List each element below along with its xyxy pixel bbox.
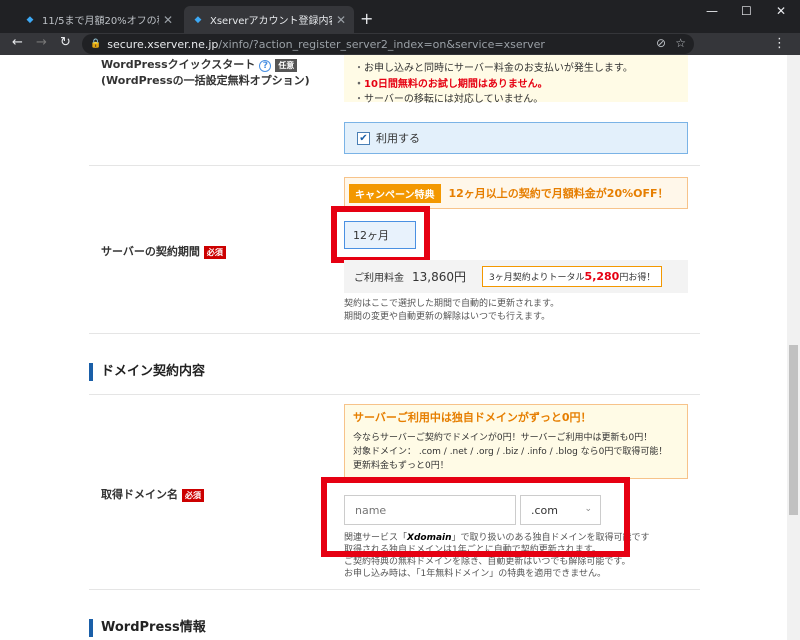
- divider: [89, 589, 700, 590]
- star-icon[interactable]: ☆: [675, 36, 686, 50]
- window-close-icon[interactable]: ✕: [776, 4, 786, 18]
- domain-promo-line: 今ならサーバーご契約でドメインが0円！サーバーご利用中は更新も0円！: [353, 433, 653, 443]
- note-item-warning: 10日間無料のお試し期間はありません。: [354, 77, 678, 93]
- fee-amount: 13,860円: [412, 270, 466, 284]
- domain-promo-line: 更新料金もずっと0円！: [353, 461, 449, 471]
- required-badge: 必須: [182, 488, 204, 502]
- scrollbar[interactable]: [787, 55, 800, 640]
- domain-promo-box: サーバーご利用中は独自ドメインがずっと0円！ 今ならサーバーご契約でドメインが0…: [344, 404, 688, 479]
- period-note: 期間の変更や自動更新の解除はいつでも行えます。: [344, 312, 551, 322]
- quickstart-checkbox[interactable]: ✔ 利用する: [344, 122, 688, 154]
- campaign-tag: キャンペーン特典: [349, 183, 441, 203]
- xserver-favicon-icon: ◆: [194, 14, 202, 25]
- new-tab-icon[interactable]: +: [360, 9, 373, 28]
- browser-toolbar: ← → ↻ 🔒 secure.xserver.ne.jp/xinfo/?acti…: [0, 33, 800, 55]
- divider: [89, 333, 700, 334]
- domain-label: 取得ドメイン名 必須: [101, 486, 204, 502]
- domain-promo-line: 対象ドメイン： .com / .net / .org / .biz / .inf…: [353, 447, 668, 457]
- maximize-icon[interactable]: ☐: [741, 4, 752, 18]
- campaign-banner: キャンペーン特典 12ヶ月以上の契約で月額料金が20%OFF！: [344, 177, 688, 209]
- checkmark-icon[interactable]: ✔: [357, 131, 370, 145]
- required-badge: 必須: [203, 245, 226, 259]
- section-title: ドメイン契約内容: [89, 363, 205, 381]
- fee-row: ご利用料金 13,860円 3ヶ月契約よりトータル5,280円お得！: [344, 260, 688, 293]
- divider: [89, 394, 700, 395]
- highlight-box: [331, 206, 430, 263]
- note-item: お申し込みと同時にサーバー料金のお支払いが発生します。: [354, 61, 678, 77]
- close-tab-icon[interactable]: ✕: [336, 13, 346, 27]
- xserver-favicon-icon: ◆: [26, 14, 34, 25]
- url-path: /xinfo/?action_register_server2_index=on…: [218, 37, 545, 51]
- scrollbar-thumb[interactable]: [789, 345, 798, 515]
- browser-tab-active[interactable]: ◆ Xserverアカウント登録内容の入力画面 ✕: [184, 6, 354, 33]
- reload-icon[interactable]: ↻: [60, 35, 71, 50]
- optional-badge: 任意: [275, 59, 298, 72]
- close-tab-icon[interactable]: ✕: [163, 13, 173, 27]
- lock-icon: 🔒: [90, 39, 102, 49]
- period-note: 契約はここで選択した期間で自動的に更新されます。: [344, 299, 560, 309]
- browser-tab[interactable]: ◆ 11/5まで月額20%オフの税抜720円 ✕: [16, 6, 181, 33]
- section-title: WordPress情報: [89, 619, 206, 637]
- divider: [89, 165, 700, 166]
- tab-strip: ◆ 11/5まで月額20%オフの税抜720円 ✕ ◆ Xserverアカウント登録内容…: [0, 0, 800, 33]
- period-label: サーバーの契約期間 必須: [101, 243, 226, 259]
- help-icon[interactable]: ?: [259, 60, 272, 72]
- highlight-box: [321, 477, 630, 557]
- quickstart-notes: お申し込みと同時にサーバー料金のお支払いが発生します。 10日間無料のお試し期間…: [344, 55, 688, 105]
- menu-icon[interactable]: ⋮: [773, 36, 786, 51]
- note-item: サーバーの移転には対応していません。: [354, 92, 678, 108]
- page-content: WordPressクイックスタート? 任意 (WordPressの一括設定無料オプ…: [0, 55, 787, 640]
- url-host: secure.xserver.ne.jp: [107, 37, 219, 51]
- minimize-icon[interactable]: —: [706, 4, 718, 18]
- domain-promo-heading: サーバーご利用中は独自ドメインがずっと0円！: [353, 411, 592, 424]
- tab-title: 11/5まで月額20%オフの税抜720円: [42, 16, 159, 27]
- forward-icon[interactable]: →: [36, 35, 47, 50]
- address-bar[interactable]: 🔒 secure.xserver.ne.jp/xinfo/?action_reg…: [82, 34, 694, 54]
- campaign-text: 12ヶ月以上の契約で月額料金が20%OFF！: [448, 187, 669, 200]
- quickstart-label: WordPressクイックスタート? 任意: [101, 56, 298, 72]
- eye-off-icon[interactable]: ⊘: [656, 36, 666, 50]
- fee-label: ご利用料金: [354, 273, 404, 284]
- domain-note: お申し込み時は、「1年無料ドメイン」の特典を適用できません。: [344, 569, 606, 579]
- tab-title: Xserverアカウント登録内容の入力画面: [210, 16, 332, 27]
- deal-badge: 3ヶ月契約よりトータル5,280円お得！: [482, 266, 663, 287]
- quickstart-sublabel: (WordPressの一括設定無料オプション): [101, 74, 310, 87]
- checkbox-label: 利用する: [376, 132, 420, 145]
- back-icon[interactable]: ←: [12, 35, 23, 50]
